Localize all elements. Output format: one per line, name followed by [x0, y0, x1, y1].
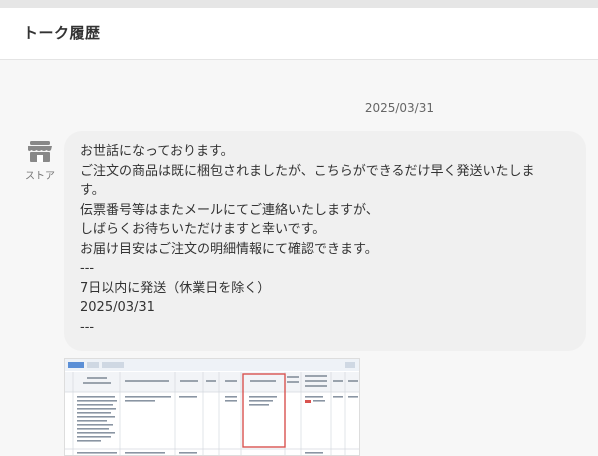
top-strip — [0, 0, 598, 8]
message-line: す。 — [80, 183, 105, 198]
message-line: しばらくお待ちいただけますと幸いです。 — [80, 222, 326, 237]
message-line: 伝票番号等はまたメールにてご連絡いたしますが、 — [80, 202, 379, 218]
message-line: ご注文の商品は既に梱包されましたが、こちらができるだけ早く発送いたしま — [80, 163, 535, 179]
store-icon — [28, 141, 52, 162]
sender-label: ストア — [25, 171, 55, 182]
page-header: トーク履歴 — [0, 8, 598, 60]
attached-screenshot[interactable] — [64, 358, 360, 456]
page-title: トーク履歴 — [23, 24, 101, 42]
talk-history[interactable]: 2025/03/31 ストア お世話になっております。 ご注文の商品は既に梱包さ… — [0, 61, 598, 456]
message-line: --- — [80, 319, 95, 335]
message-line: --- — [80, 261, 95, 276]
message-date: 2025/03/31 — [364, 101, 434, 115]
message-line: お届け目安はご注文の明細情報にて確認できます。 — [80, 241, 378, 257]
attached-image — [65, 359, 359, 455]
message-line: お世話になっております。 — [80, 144, 234, 159]
sender-avatar: ストア — [22, 141, 58, 182]
message-bubble: お世話になっております。 ご注文の商品は既に梱包されましたが、こちらができるだけ… — [64, 131, 586, 351]
message-line: 7日以内に発送（休業日を除く） — [80, 280, 271, 296]
message-line: 2025/03/31 — [80, 300, 155, 315]
